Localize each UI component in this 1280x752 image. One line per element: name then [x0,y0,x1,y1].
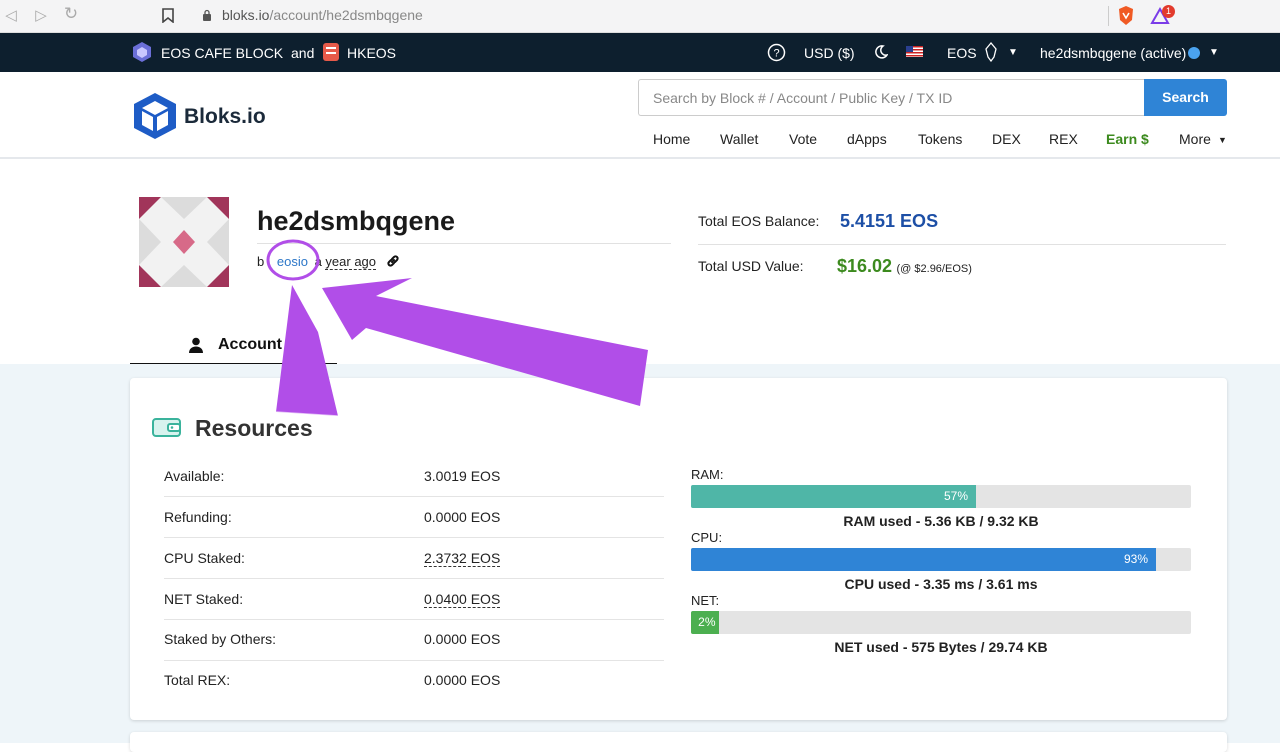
nav-more[interactable]: More [1179,131,1211,147]
hkeos-logo-icon [323,43,339,61]
reload-icon[interactable]: ↻ [62,4,80,24]
nav-dapps[interactable]: dApps [847,131,887,147]
resource-value: 0.0000 EOS [424,509,501,525]
browser-toolbar: ◁ ▷ ↻ bloks.io/account/he2dsmbqgene 1 [0,0,1280,33]
wallet-icon [152,418,181,437]
total-eos-label: Total EOS Balance: [698,213,820,229]
resource-row: CPU Staked: 2.3732 EOS [164,537,664,578]
net-label: NET: [691,593,720,608]
ram-label: RAM: [691,467,724,482]
total-usd-label: Total USD Value: [698,258,804,274]
resources-card: Resources Available: 3.0019 EOS Refunding… [130,378,1227,720]
chevron-down-icon[interactable]: ▼ [1008,47,1018,58]
nav-earn[interactable]: Earn $ [1106,131,1149,147]
resource-row: Refunding: 0.0000 EOS [164,496,664,537]
resource-label: NET Staked: [164,591,244,607]
chevron-down-icon[interactable]: ▼ [1209,47,1219,58]
cpu-bar-fill: 93% [691,548,1156,571]
nav-wallet[interactable]: Wallet [720,131,758,147]
next-card [130,732,1227,752]
eos-logo-icon [985,42,997,62]
eos-cafe-logo-icon [133,42,151,62]
net-bar-fill: 2% [691,611,719,634]
dark-mode-moon-icon[interactable] [872,44,888,60]
resource-label: Refunding: [164,509,232,525]
account-name: he2dsmbqgene [257,206,456,236]
sponsor-hkeos[interactable]: HKEOS [347,45,396,61]
account-creator-line: b eosio a year ago [257,252,400,270]
brave-shield-icon[interactable] [1117,5,1135,26]
address-bar[interactable]: bloks.io/account/he2dsmbqgene [222,7,423,23]
divider [698,244,1226,245]
nav-home[interactable]: Home [653,131,690,147]
sponsor-and: and [291,45,315,61]
divider [257,243,671,244]
nav-rex[interactable]: REX [1049,131,1078,147]
resource-value: 3.0019 EOS [424,468,501,484]
resource-value: 0.0000 EOS [424,631,501,647]
account-profile: he2dsmbqgene b eosio a year ago Total EO… [0,160,1280,365]
resource-row: Total REX: 0.0000 EOS [164,659,664,700]
resource-value[interactable]: 0.0400 EOS [424,591,501,608]
net-caption: NET used - 575 Bytes / 29.74 KB [834,639,1048,655]
forward-icon[interactable]: ▷ [32,6,50,24]
cpu-caption: CPU used - 3.35 ms / 3.61 ms [844,576,1038,592]
usd-rate: (@ $2.96/EOS) [896,263,972,275]
by-label: b [257,254,265,269]
account-status[interactable]: he2dsmbqgene (active) [1040,45,1186,61]
creator-link[interactable]: eosio [277,254,308,269]
help-icon[interactable]: ? [767,43,786,62]
cpu-label: CPU: [691,530,723,545]
resource-row: Staked by Others: 0.0000 EOS [164,618,664,659]
resource-value: 0.0000 EOS [424,672,501,688]
resource-label: Total REX: [164,672,231,688]
total-eos-value: 5.4151 EOS [840,211,939,231]
toolbar-divider [1108,6,1109,26]
total-usd-value: $16.02 [837,256,893,276]
ram-bar-fill: 57% [691,485,976,508]
bloks-logo-icon[interactable] [132,91,178,141]
ram-caption: RAM used - 5.36 KB / 9.32 KB [843,513,1039,529]
resource-label: Staked by Others: [164,631,277,647]
nav-vote[interactable]: Vote [789,131,817,147]
status-dot-icon [1188,47,1200,59]
sponsor-eos-cafe[interactable]: EOS CAFE BLOCK [161,45,283,61]
site-header: Bloks.io Search by Block # / Account / P… [0,72,1280,159]
resource-row: NET Staked: 0.0400 EOS [164,578,664,619]
search-button[interactable]: Search [1144,79,1227,116]
ram-bar: 57% [691,485,1191,508]
total-usd: $16.02 (@ $2.96/EOS) [837,256,972,277]
nav-dex[interactable]: DEX [992,131,1021,147]
link-icon[interactable] [386,254,400,268]
account-avatar [139,197,229,287]
svg-text:?: ? [773,48,779,60]
logo-text[interactable]: Bloks.io [184,105,266,129]
user-icon [189,337,203,353]
search-input[interactable]: Search by Block # / Account / Public Key… [638,79,1144,116]
resources-title: Resources [195,415,313,441]
resource-value[interactable]: 2.3732 EOS [424,550,501,567]
resource-label: CPU Staked: [164,550,245,566]
created-prefix: a [314,254,322,269]
created-time[interactable]: year ago [325,254,377,270]
us-flag-icon[interactable] [906,46,923,57]
lock-icon [203,9,211,21]
currency-selector[interactable]: USD ($) [804,45,855,61]
nav-tokens[interactable]: Tokens [918,131,962,147]
resource-label: Available: [164,468,225,484]
net-bar: 2% [691,611,1191,634]
chevron-down-icon[interactable]: ▼ [1218,135,1227,145]
cpu-bar: 93% [691,548,1191,571]
bookmark-icon[interactable] [162,8,174,23]
tab-account[interactable]: Account [130,326,337,365]
resource-row: Available: 3.0019 EOS [164,455,664,496]
tab-account-label: Account [218,336,282,353]
back-icon[interactable]: ◁ [2,6,20,24]
notification-badge: 1 [1162,5,1175,18]
top-bar: EOS CAFE BLOCK and HKEOS ? USD ($) EOS ▼… [0,33,1280,72]
chain-selector[interactable]: EOS [947,45,977,61]
